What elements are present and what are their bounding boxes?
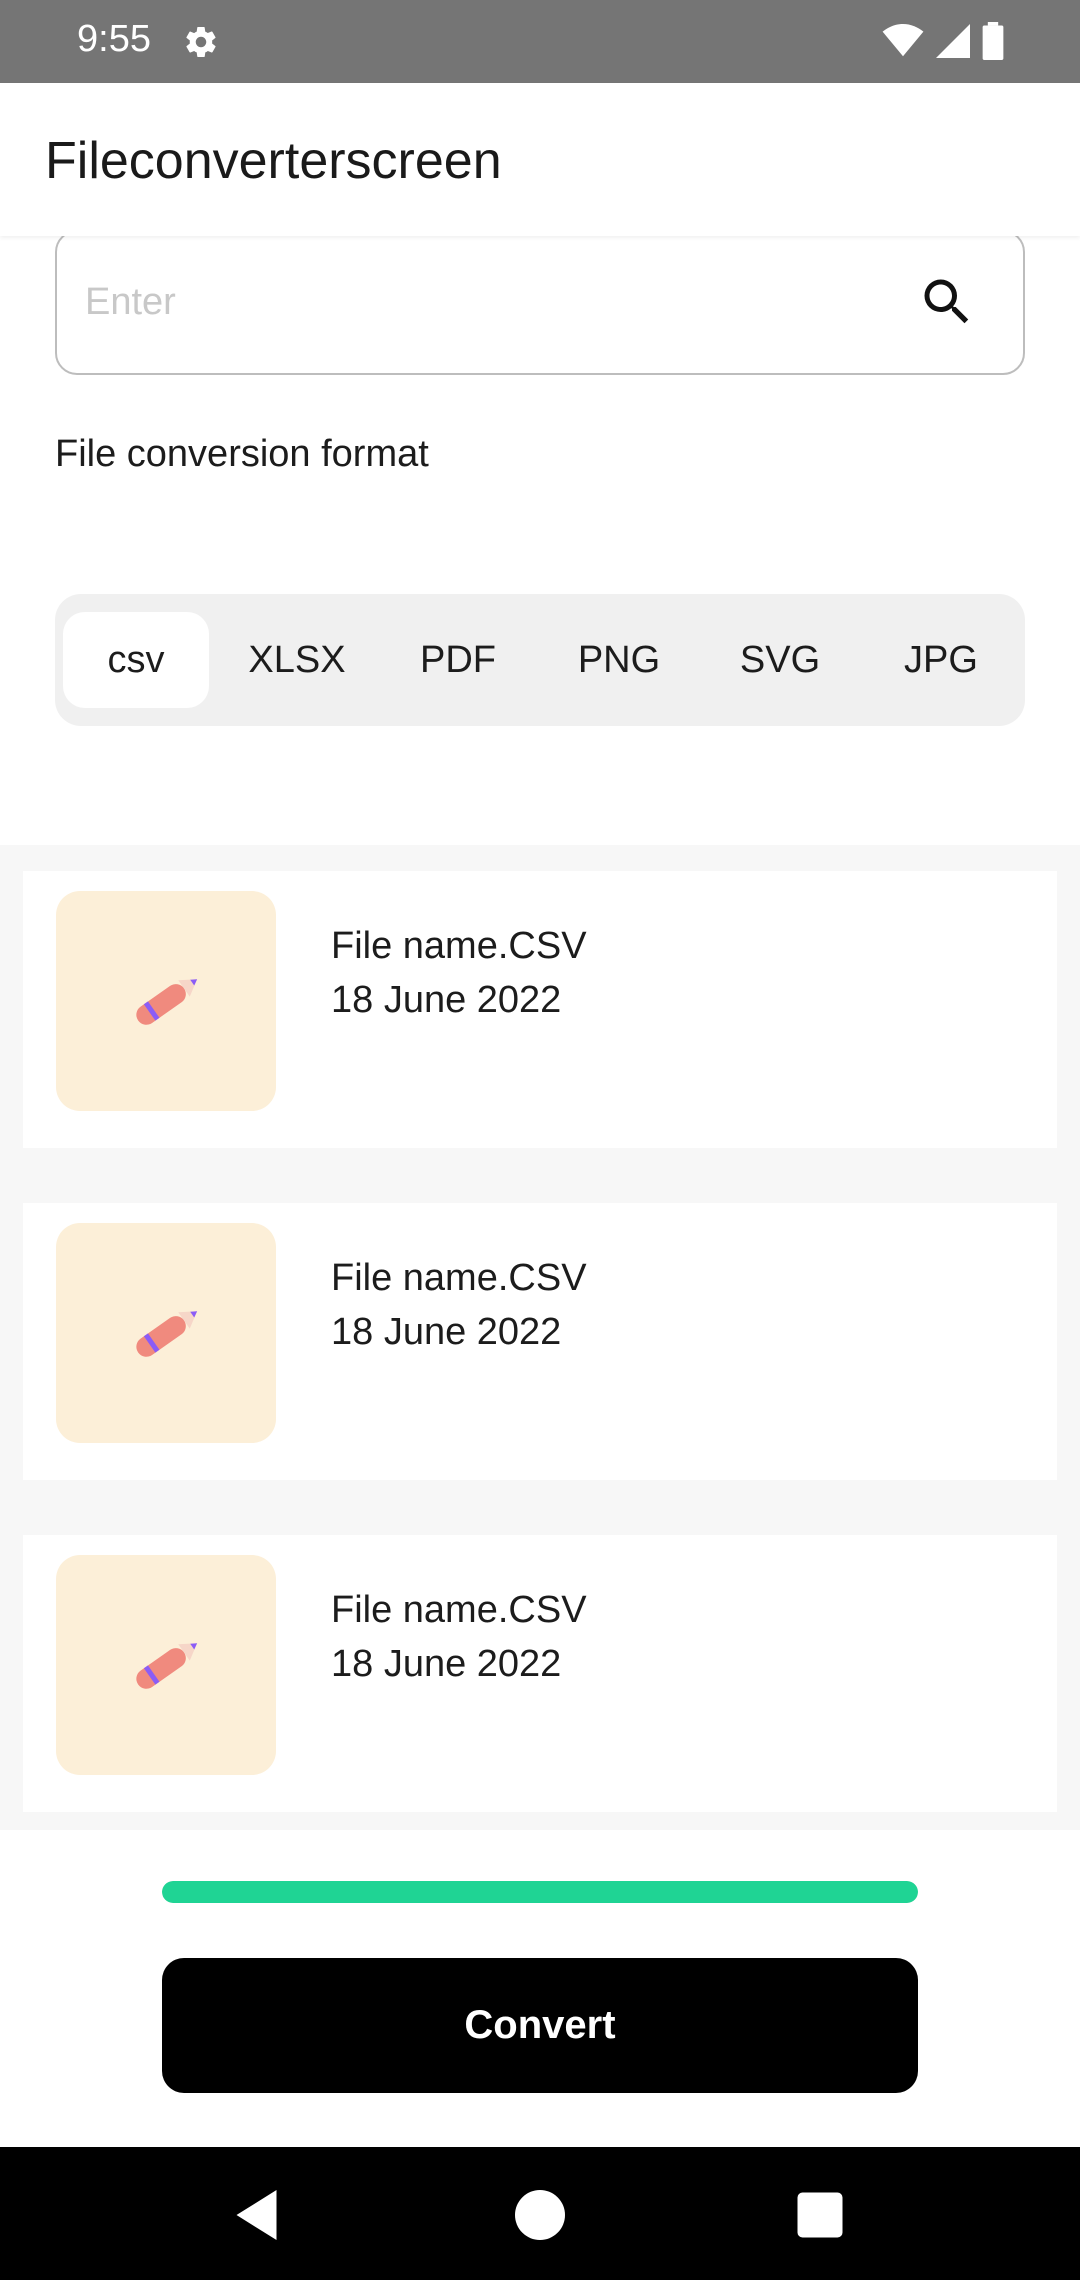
file-name: File name.CSV (331, 925, 587, 967)
battery-icon (982, 22, 1004, 60)
section-label: File conversion format (55, 433, 429, 475)
progress-fill (162, 1881, 918, 1903)
search-icon[interactable] (917, 272, 977, 332)
list-item[interactable]: File name.CSV 18 June 2022 (23, 1535, 1057, 1812)
status-icons (882, 22, 1004, 60)
pencil-icon (136, 979, 198, 1025)
back-icon[interactable] (229, 2185, 289, 2245)
file-name: File name.CSV (331, 1589, 587, 1631)
format-option-svg[interactable]: SVG (707, 612, 853, 708)
navigation-bar (0, 2147, 1080, 2280)
wifi-icon (882, 24, 924, 57)
file-date: 18 June 2022 (331, 1643, 562, 1685)
status-bar: 9:55 (0, 0, 1080, 83)
format-option-pdf[interactable]: PDF (385, 612, 531, 708)
file-thumbnail (56, 891, 276, 1111)
app-bar: Fileconverterscreen (0, 83, 1080, 236)
format-selector: csv XLSX PDF PNG SVG JPG (55, 594, 1025, 726)
format-option-png[interactable]: PNG (546, 612, 692, 708)
home-icon[interactable] (510, 2185, 570, 2245)
list-item[interactable]: File name.CSV 18 June 2022 (23, 1203, 1057, 1480)
signal-icon (936, 24, 970, 58)
list-item[interactable]: File name.CSV 18 June 2022 (23, 871, 1057, 1148)
format-option-xlsx[interactable]: XLSX (224, 612, 370, 708)
progress-bar (162, 1881, 918, 1903)
format-option-csv[interactable]: csv (63, 612, 209, 708)
search-box[interactable] (55, 230, 1025, 375)
file-name: File name.CSV (331, 1257, 587, 1299)
convert-button[interactable]: Convert (162, 1958, 918, 2093)
pencil-icon (136, 1311, 198, 1357)
file-thumbnail (56, 1555, 276, 1775)
gear-icon (186, 27, 216, 58)
file-list: File name.CSV 18 June 2022 File name.CSV… (0, 845, 1080, 1830)
format-option-jpg[interactable]: JPG (868, 612, 1014, 708)
file-thumbnail (56, 1223, 276, 1443)
page-title: Fileconverterscreen (45, 132, 502, 190)
file-date: 18 June 2022 (331, 1311, 562, 1353)
pencil-icon (136, 1643, 198, 1689)
file-date: 18 June 2022 (331, 979, 562, 1021)
recents-icon[interactable] (790, 2185, 850, 2245)
status-time: 9:55 (77, 18, 151, 60)
search-input[interactable] (85, 272, 905, 332)
